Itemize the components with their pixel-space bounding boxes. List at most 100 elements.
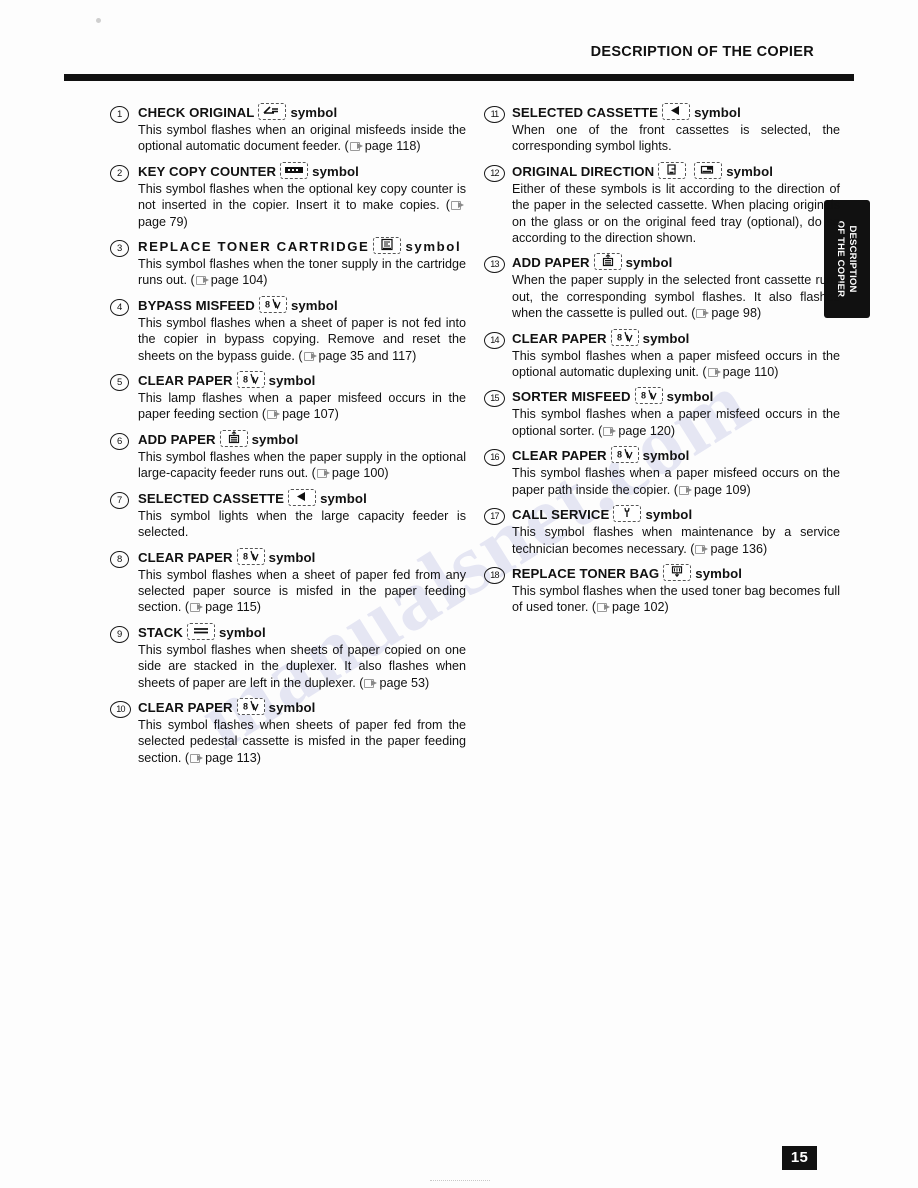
- item-title: REPLACE TONER CARTRIDGE: [138, 239, 370, 255]
- check-original-symbol: [258, 103, 287, 120]
- svg-text:8: 8: [243, 701, 248, 711]
- key-copy-counter-symbol: [280, 161, 309, 179]
- item-number: 11: [484, 106, 505, 123]
- item-number: 16: [484, 449, 505, 467]
- item-title: CLEAR PAPER: [138, 699, 233, 715]
- item-body-sentence: This symbol flashes when a paper misfeed…: [512, 466, 840, 497]
- item-heading: STACK symbol: [138, 622, 466, 642]
- item-heading: ORIGINAL DIRECTION symbol: [512, 161, 840, 181]
- item-number: 6: [110, 432, 129, 450]
- page-reference: page 100): [331, 466, 389, 481]
- svg-text:8: 8: [617, 450, 622, 460]
- item-title: ORIGINAL DIRECTION: [512, 163, 655, 179]
- misfeed-symbol: 8: [610, 328, 639, 346]
- item-number: 2: [110, 164, 129, 182]
- page-reference: page 102): [612, 600, 669, 615]
- item-symbol-word: symbol: [312, 163, 359, 179]
- symbol-description-item: 7 SELECTED CASSETTE symbol This symbol ligh…: [110, 488, 466, 541]
- symbol-description-item: 17 CALL SERVICE symbol This symbol flashes …: [484, 505, 840, 557]
- symbol-description-item: 9 STACK symbol This symbol flashes when she…: [110, 622, 466, 691]
- item-symbol-word: symbol: [625, 255, 673, 271]
- item-heading: CLEAR PAPER 8 symbol: [138, 697, 466, 717]
- pointing-hand-icon: [597, 602, 611, 613]
- item-title: BYPASS MISFEED: [138, 297, 255, 313]
- two-column-body: 1 CHECK ORIGINAL symbol This symbol flashes…: [110, 103, 840, 773]
- item-symbol-word: symbol: [251, 431, 299, 447]
- item-body-sentence: When one of the front cassettes is selec…: [512, 123, 840, 154]
- svg-text:8: 8: [243, 375, 248, 385]
- item-heading: ADD PAPER symbol: [138, 429, 466, 449]
- pointing-hand-icon: [364, 678, 378, 688]
- symbol-description-item: 13 ADD PAPER symbol When the paper supply i…: [484, 253, 840, 321]
- item-body-sentence: This symbol flashes when maintenance by …: [512, 525, 840, 556]
- item-number: 18: [484, 566, 505, 584]
- item-title: CLEAR PAPER: [138, 373, 233, 389]
- item-heading: SELECTED CASSETTE symbol: [512, 103, 840, 122]
- page-reference: page 104): [210, 273, 268, 288]
- document-page: DESCRIPTION OF THE COPIER DESCRIPTION OF…: [0, 0, 918, 1188]
- item-heading: CLEAR PAPER 8 symbol: [138, 547, 466, 567]
- item-heading: REPLACE TONER BAG symbol: [512, 563, 840, 583]
- page-reference: page 136): [710, 541, 768, 556]
- item-title: ADD PAPER: [512, 255, 590, 271]
- pointing-hand-icon: [678, 485, 693, 495]
- item-heading: BYPASS MISFEED 8 symbol: [138, 295, 466, 315]
- item-title: SELECTED CASSETTE: [138, 490, 285, 506]
- item-heading: SORTER MISFEED 8 symbol: [512, 387, 840, 406]
- header-title: DESCRIPTION OF THE COPIER: [590, 44, 814, 60]
- item-heading: SELECTED CASSETTE symbol: [138, 488, 466, 508]
- item-body-text: This symbol lights when the large capaci…: [138, 508, 466, 541]
- symbol-description-item: 6 ADD PAPER symbol This symbol flashes when…: [110, 429, 466, 482]
- page-number: 15: [782, 1146, 817, 1170]
- symbol-description-item: 11 SELECTED CASSETTE symbol When one of the…: [484, 103, 840, 155]
- add-paper-symbol: [593, 253, 622, 271]
- item-number: 15: [484, 390, 505, 408]
- item-number: 12: [484, 164, 505, 182]
- page-reference: page 107): [282, 407, 339, 422]
- item-body-text: When the paper supply in the selected fr…: [512, 272, 840, 321]
- item-number: 9: [110, 625, 129, 643]
- pointing-hand-icon: [190, 753, 204, 763]
- symbol-description-item: 15 SORTER MISFEED 8 symbol This symbol flash…: [484, 387, 840, 439]
- item-body-sentence: When the paper supply in the selected fr…: [512, 273, 840, 321]
- item-body-text: This symbol flashes when sheets of paper…: [138, 642, 466, 691]
- item-title: STACK: [138, 624, 183, 640]
- item-number: 7: [110, 491, 129, 509]
- item-number: 17: [484, 508, 505, 526]
- item-number: 5: [110, 374, 129, 392]
- item-body-sentence: This symbol flashes when a paper misfeed…: [512, 348, 840, 380]
- side-tab-line-1: DESCRIPTION: [847, 225, 859, 293]
- symbol-description-item: 3 REPLACE TONER CARTRIDGE symbol This symbo…: [110, 237, 466, 289]
- page-reference: page 118): [364, 139, 421, 154]
- misfeed-symbol: 8: [236, 697, 265, 715]
- item-body-text: This symbol flashes when a paper misfeed…: [512, 406, 840, 439]
- misfeed-symbol: 8: [236, 371, 265, 389]
- item-number: 14: [484, 331, 505, 349]
- item-number: 10: [110, 700, 131, 718]
- replace-toner-bag-symbol: [663, 563, 692, 581]
- pointing-hand-icon: [190, 602, 204, 613]
- item-body-sentence: This symbol flashes when sheets of paper…: [138, 717, 466, 765]
- item-body-sentence: This symbol flashes when the used toner …: [512, 583, 840, 615]
- item-heading: CHECK ORIGINAL symbol: [138, 103, 466, 122]
- item-symbol-word: symbol: [290, 105, 338, 120]
- misfeed-symbol: 8: [236, 547, 265, 565]
- item-body-sentence: This symbol lights when the large capaci…: [138, 508, 466, 540]
- item-symbol-word: symbol: [320, 490, 367, 506]
- item-body-sentence: This symbol flashes when the paper suppl…: [138, 449, 466, 481]
- item-body-text: Either of these symbols is lit according…: [512, 181, 840, 247]
- item-symbol-word: symbol: [642, 330, 690, 346]
- item-body-text: This symbol flashes when a sheet of pape…: [138, 567, 466, 616]
- item-number: 3: [110, 240, 129, 258]
- item-body-text: This symbol flashes when a paper misfeed…: [512, 465, 840, 498]
- item-number: 1: [110, 106, 129, 123]
- item-body-text: This symbol flashes when the used toner …: [512, 583, 840, 616]
- item-symbol-word: symbol: [268, 549, 316, 565]
- left-column: 1 CHECK ORIGINAL symbol This symbol flashes…: [110, 103, 466, 773]
- page-reference: page 120): [618, 423, 676, 438]
- misfeed-symbol: 8: [258, 295, 287, 313]
- item-symbol-word: symbol: [268, 373, 316, 389]
- item-body-sentence: This symbol flashes when a paper misfeed…: [512, 407, 840, 438]
- pointing-hand-icon: [696, 308, 710, 319]
- symbol-description-item: 10 CLEAR PAPER 8 symbol This symbol flashes …: [110, 697, 466, 766]
